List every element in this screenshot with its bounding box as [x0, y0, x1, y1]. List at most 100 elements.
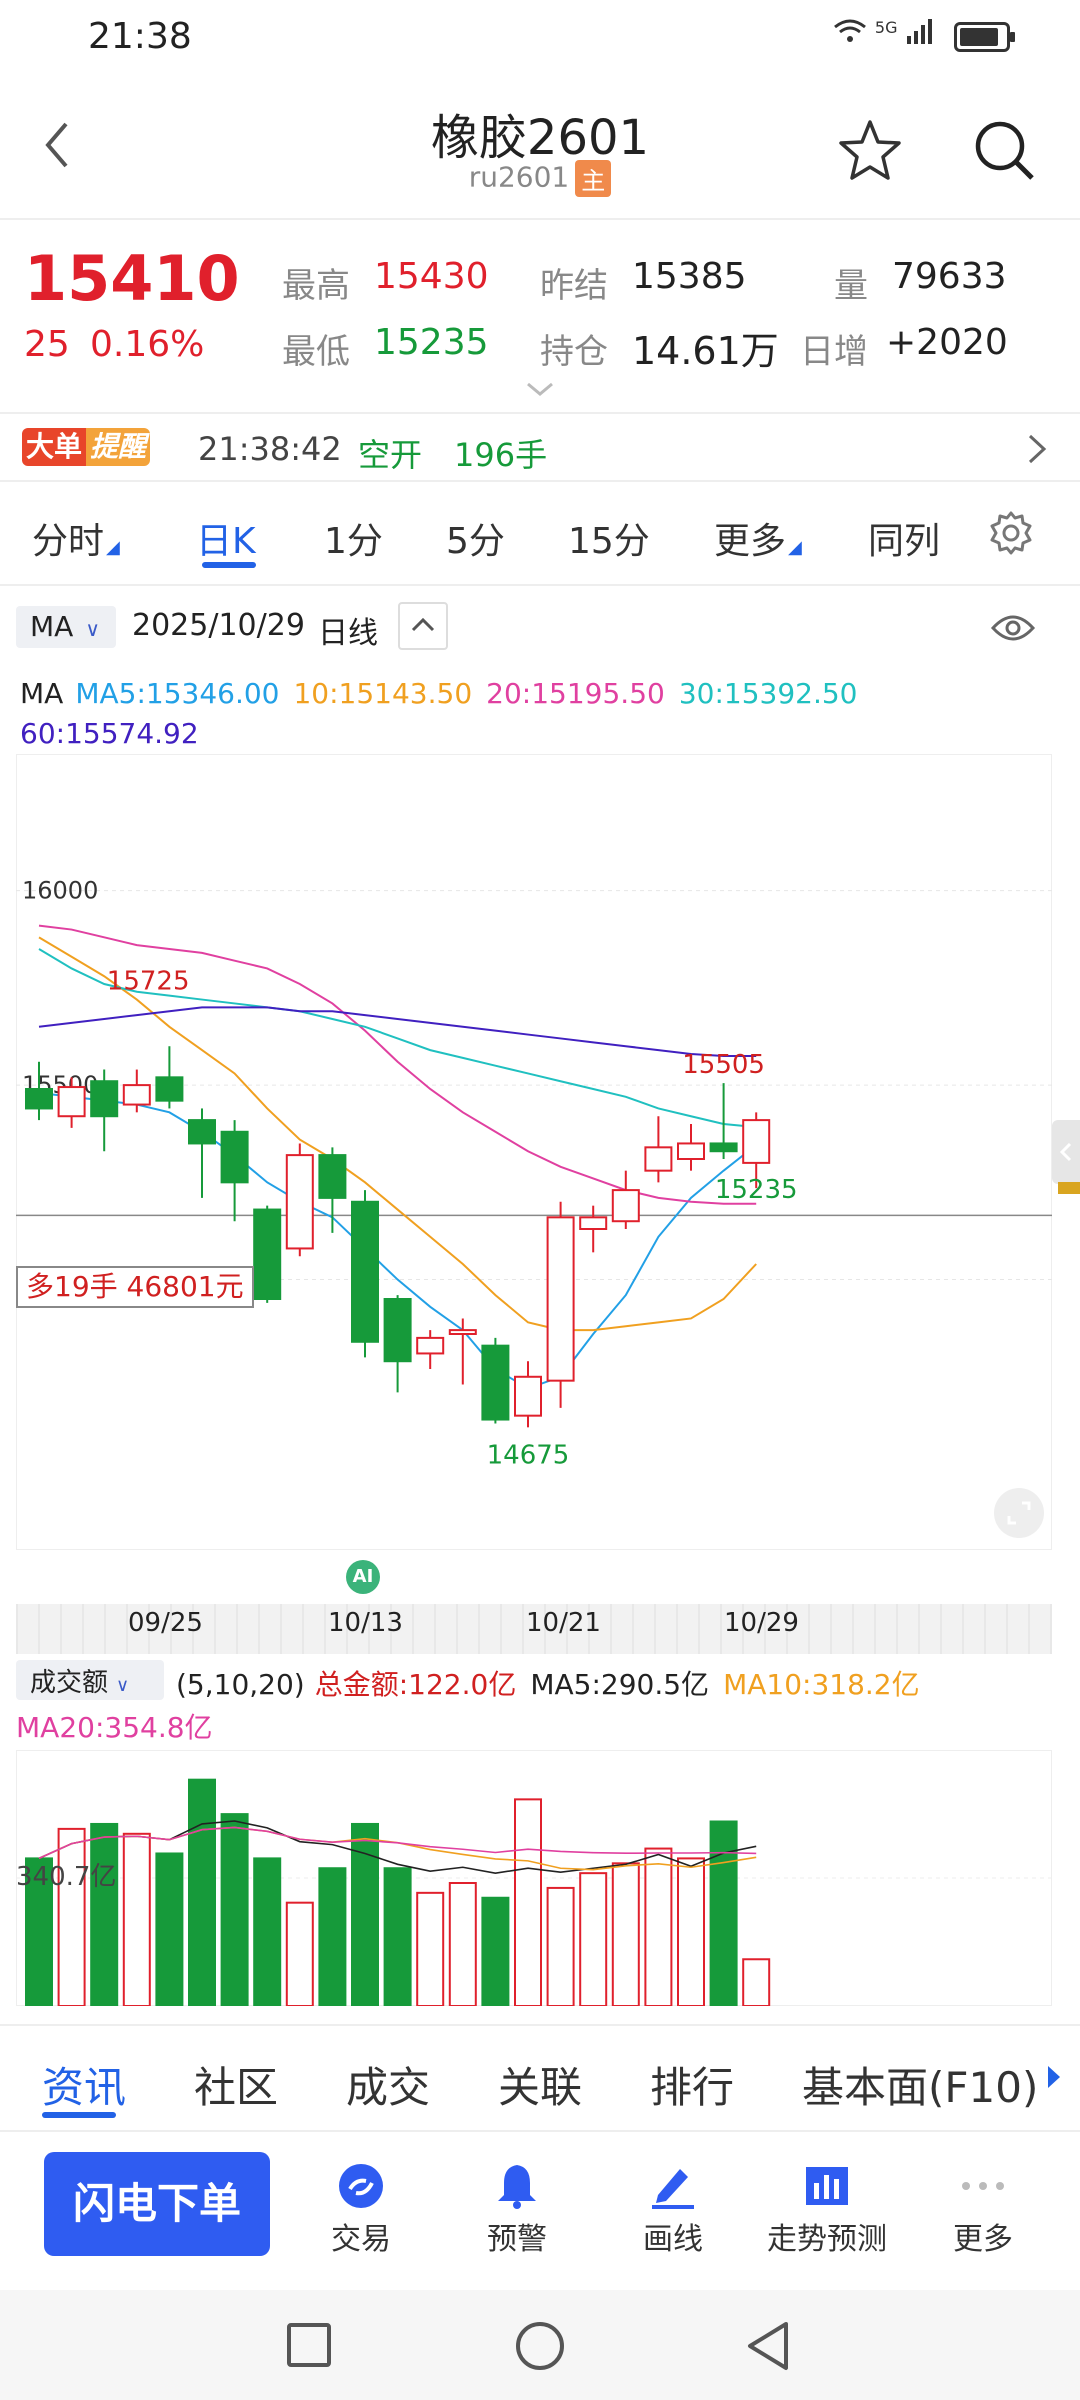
tab-more-label: 更多: [714, 521, 787, 562]
volume-legend: (5,10,20) 总金额:122.0亿 MA5:290.5亿 MA10:318.2亿: [176, 1664, 1076, 1706]
candle-body: [57, 1086, 86, 1118]
volume-indicator-select[interactable]: 成交额 ∨: [16, 1660, 164, 1700]
candle-body: [122, 1084, 151, 1106]
trend-predict-button[interactable]: 走势预测: [752, 2158, 902, 2258]
tab-1min[interactable]: 1分: [324, 512, 383, 564]
tab-daily-k[interactable]: 日K: [196, 512, 256, 564]
price-annotation: 15505: [682, 1050, 765, 1080]
candle-body: [448, 1329, 477, 1335]
trade-button[interactable]: 交易: [286, 2158, 436, 2258]
alert-button[interactable]: 预警: [442, 2158, 592, 2258]
book-chart-icon: [752, 2158, 902, 2214]
candle-body: [383, 1298, 412, 1363]
indicator-select-value: MA: [30, 610, 74, 643]
candle-body: [90, 1080, 119, 1118]
tab-more[interactable]: 更多 ◢: [714, 512, 802, 564]
volume-bar: [318, 1867, 347, 2006]
prev-settle-label: 昨结: [540, 266, 608, 306]
tab-related[interactable]: 关联: [498, 2054, 582, 2115]
tab-1min-label: 1分: [324, 521, 383, 562]
expand-chevron-icon[interactable]: [524, 380, 556, 402]
favorite-star-icon[interactable]: [838, 118, 902, 186]
side-drawer-handle[interactable]: [1052, 1120, 1080, 1184]
price-annotation: 15725: [107, 967, 190, 997]
chart-date: 2025/10/29: [132, 608, 305, 643]
prev-settle-value: 15385: [632, 256, 747, 297]
position-marker[interactable]: 多19手 46801元: [16, 1266, 254, 1308]
volume-ma5: MA5:290.5亿: [530, 1668, 710, 1701]
draw-line-button[interactable]: 画线: [598, 2158, 748, 2258]
volume-bar: [644, 1847, 673, 2006]
fullscreen-icon[interactable]: [994, 1488, 1044, 1538]
candle-body: [416, 1336, 445, 1355]
high-label: 最高: [282, 266, 350, 306]
open-interest-label: 持仓: [540, 332, 608, 372]
info-tabs: 资讯 社区 成交 关联 排行 基本面(F10): [0, 2024, 1080, 2128]
back-nav-button[interactable]: [744, 2320, 792, 2376]
flash-order-button[interactable]: 闪电下单: [44, 2152, 270, 2256]
x-tick-label: 10/29: [724, 1608, 799, 1638]
volume-label: 量: [834, 266, 868, 306]
volume-ma20: MA20:354.8亿: [16, 1711, 213, 1744]
volume-params: (5,10,20): [176, 1668, 305, 1701]
low-value: 15235: [374, 322, 489, 363]
status-bar: 21:38 5G: [0, 0, 1080, 80]
scroll-right-icon[interactable]: [1044, 2062, 1064, 2096]
volume-bar: [448, 1882, 477, 2006]
big-order-badge: 大单 提醒: [22, 428, 151, 466]
tab-5min[interactable]: 5分: [446, 512, 505, 564]
daily-increase-label: 日增: [800, 332, 868, 372]
price-change-pct: 0.16%: [90, 324, 205, 365]
dropdown-triangle-icon: ◢: [788, 537, 802, 558]
tab-fundamentals[interactable]: 基本面(F10): [802, 2054, 1038, 2115]
page-title: 橡胶2601: [430, 110, 650, 166]
price-annotation: 14675: [487, 1440, 570, 1470]
contract-code: ru2601 主: [0, 160, 1080, 197]
tab-ranking[interactable]: 排行: [650, 2054, 734, 2115]
volume-bar: [253, 1857, 282, 2006]
eye-icon[interactable]: [990, 610, 1036, 650]
recent-apps-button[interactable]: [286, 2322, 332, 2372]
ma-legend-label: MA: [20, 677, 64, 710]
home-button[interactable]: [514, 2320, 566, 2376]
dropdown-triangle-icon: ◢: [106, 537, 120, 558]
volume-chart[interactable]: [16, 1750, 1052, 2006]
chevron-right-icon[interactable]: [1026, 432, 1048, 470]
volume-bar: [611, 1862, 640, 2006]
volume-bar: [579, 1872, 608, 2006]
volume-bar: [383, 1867, 412, 2006]
collapse-button[interactable]: [398, 602, 448, 650]
tab-trades[interactable]: 成交: [346, 2054, 430, 2115]
battery-icon: [954, 21, 1015, 52]
chevron-up-icon: [411, 617, 435, 632]
ai-icon[interactable]: AI: [346, 1560, 380, 1594]
indicator-select[interactable]: MA ∨: [16, 606, 116, 648]
tab-community[interactable]: 社区: [194, 2054, 278, 2115]
tab-intraday[interactable]: 分时 ◢: [32, 512, 120, 564]
signal-icon: [906, 19, 944, 51]
big-order-alert-bar[interactable]: 大单 提醒 21:38:42 空开 196手: [0, 412, 1080, 482]
period-tabs: 分时 ◢ 日K 1分 5分 15分 更多 ◢ 同列: [0, 482, 1080, 586]
ma60-value: 60:15574.92: [20, 717, 199, 750]
more-button[interactable]: 更多: [908, 2158, 1058, 2258]
contract-code-text: ru2601: [468, 160, 570, 194]
tab-15min[interactable]: 15分: [568, 512, 650, 564]
volume-bar: [122, 1832, 151, 2006]
alert-action: 空开: [358, 436, 423, 474]
big-order-tag: 大单: [22, 428, 87, 466]
volume-bar: [677, 1857, 705, 2006]
volume-bar: [155, 1852, 184, 2006]
volume-value: 79633: [892, 256, 1007, 297]
high-value: 15430: [374, 256, 489, 297]
candlestick-chart[interactable]: 160001550015000 15725155051467515235: [16, 754, 1052, 1550]
alert-qty: 196手: [454, 436, 548, 474]
gear-icon[interactable]: [988, 510, 1034, 560]
quote-panel: 15410 25 0.16% 最高 15430 最低 15235 昨结 1538…: [0, 222, 1080, 412]
candle-body: [709, 1142, 738, 1153]
tab-news[interactable]: 资讯: [42, 2054, 126, 2115]
search-icon[interactable]: [972, 118, 1036, 186]
tab-same-list[interactable]: 同列: [868, 512, 940, 564]
volume-ref-label: 340.7亿: [16, 1862, 117, 1892]
x-axis-bar[interactable]: 09/25 10/13 10/21 10/29: [16, 1604, 1052, 1654]
candle-body: [481, 1344, 510, 1421]
